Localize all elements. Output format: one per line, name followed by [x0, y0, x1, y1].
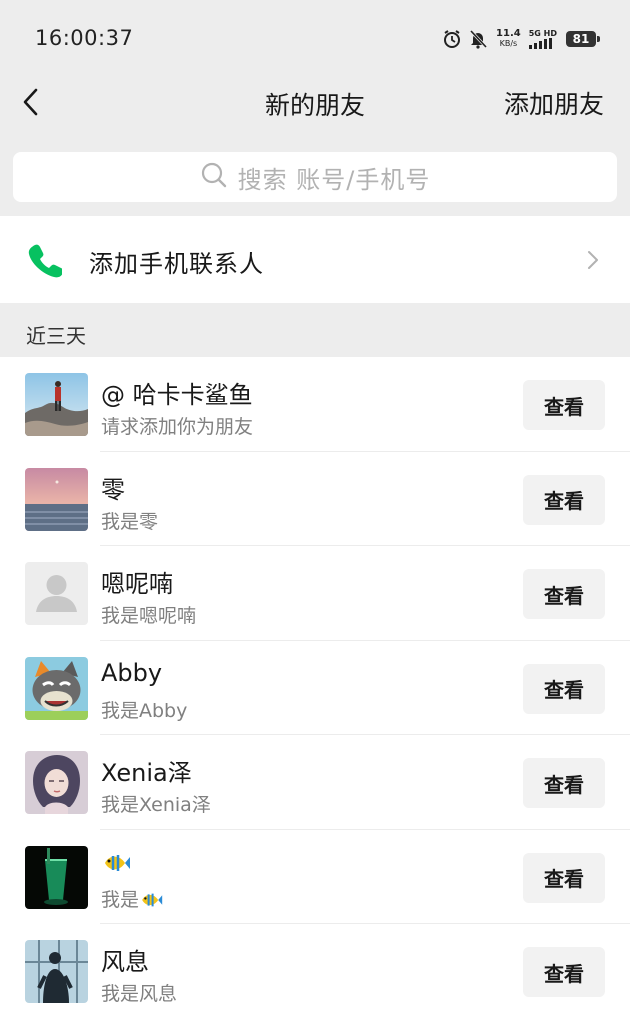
view-button[interactable]: 查看 — [523, 380, 605, 430]
phone-icon — [26, 242, 64, 278]
status-time: 16:00:37 — [35, 26, 134, 50]
friend-message: 我是Xenia泽 — [101, 794, 211, 816]
list-item[interactable]: 风息 我是风息 查看 — [0, 924, 630, 1019]
friend-name: Xenia泽 — [101, 759, 192, 787]
man-window-avatar[interactable] — [25, 940, 88, 1003]
search-input[interactable]: 搜索 账号/手机号 — [13, 152, 617, 202]
mute-bell-icon — [468, 29, 488, 49]
illustrated-girl-avatar[interactable] — [25, 751, 88, 814]
nav-bar: 新的朋友 添加朋友 — [0, 72, 630, 132]
list-item[interactable]: 嗯呢喃 我是嗯呢喃 查看 — [0, 546, 630, 641]
view-button[interactable]: 查看 — [523, 947, 605, 997]
green-glass-avatar[interactable] — [25, 845, 88, 909]
fish-icon — [142, 893, 163, 907]
friend-message: 我是风息 — [101, 983, 178, 1005]
add-phone-contacts-label: 添加手机联系人 — [89, 250, 264, 278]
sunset-sea-avatar[interactable] — [25, 467, 88, 531]
add-phone-contacts-row[interactable]: 添加手机联系人 — [0, 216, 630, 303]
mountain-hiker-avatar[interactable] — [25, 373, 88, 436]
section-title: 近三天 — [26, 324, 86, 348]
view-button[interactable]: 查看 — [523, 852, 605, 903]
list-item[interactable]: Abby 我是Abby 查看 — [0, 641, 630, 735]
friend-name: 嗯呢喃 — [101, 570, 173, 598]
friend-name: 零 — [101, 475, 125, 504]
friend-name — [101, 848, 131, 876]
search-icon — [200, 161, 228, 193]
friend-message: 我是嗯呢喃 — [101, 605, 197, 627]
signal-indicator: 5G HD — [528, 29, 557, 49]
status-bar: 16:00:37 11.4 KB/s 5G HD 81 — [0, 0, 630, 72]
battery-indicator: 81 — [566, 31, 600, 47]
list-item[interactable]: 我是 查看 — [0, 830, 630, 924]
chevron-right-icon — [586, 249, 600, 271]
friend-name: 风息 — [101, 948, 149, 976]
fish-icon — [105, 854, 130, 871]
list-item[interactable]: 零 我是零 查看 — [0, 452, 630, 546]
alarm-icon — [442, 29, 462, 49]
network-speed: 11.4 KB/s — [496, 28, 521, 49]
cartoon-wolf-avatar[interactable] — [25, 656, 88, 720]
add-friend-button[interactable]: 添加朋友 — [504, 85, 604, 121]
search-placeholder: 搜索 账号/手机号 — [237, 165, 431, 194]
friend-message: 请求添加你为朋友 — [101, 416, 254, 438]
view-button[interactable]: 查看 — [523, 474, 605, 525]
view-button[interactable]: 查看 — [523, 663, 605, 714]
friend-message: 我是零 — [101, 510, 159, 533]
list-item[interactable]: @ 哈卡卡鲨鱼 请求添加你为朋友 查看 — [0, 357, 630, 452]
default-person-avatar[interactable] — [25, 562, 88, 625]
section-header: 近三天 — [0, 303, 630, 357]
signal-bars-icon — [528, 38, 552, 49]
friend-message: 我是 — [101, 885, 163, 912]
friend-name: Abby — [101, 658, 163, 687]
view-button[interactable]: 查看 — [523, 758, 605, 808]
view-button[interactable]: 查看 — [523, 569, 605, 619]
friend-request-list: @ 哈卡卡鲨鱼 请求添加你为朋友 查看 零 我是零 查看 嗯呢喃 我是嗯呢喃 查… — [0, 357, 630, 1020]
status-icons: 11.4 KB/s 5G HD 81 — [442, 27, 600, 51]
friend-message: 我是Abby — [101, 699, 188, 722]
list-item[interactable]: Xenia泽 我是Xenia泽 查看 — [0, 735, 630, 830]
friend-name: @ 哈卡卡鲨鱼 — [101, 381, 253, 409]
